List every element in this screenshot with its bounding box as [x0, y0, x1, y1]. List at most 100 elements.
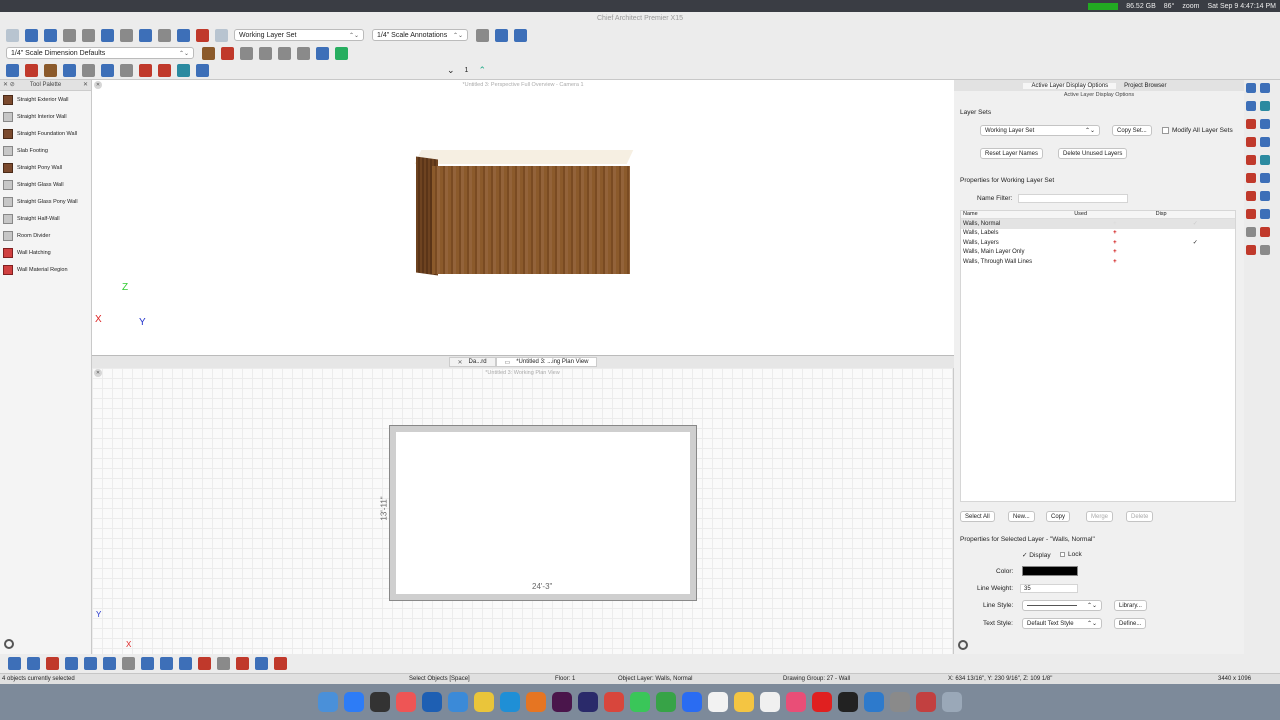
copy-layer-button[interactable]: Copy [1046, 511, 1071, 522]
transform-icon[interactable] [103, 657, 116, 670]
color-swatch[interactable] [1022, 566, 1078, 576]
terminal-icon[interactable] [838, 692, 858, 712]
slack-icon[interactable] [552, 692, 572, 712]
floor-down-icon[interactable]: ⌄ [447, 65, 455, 76]
app-icon[interactable] [604, 692, 624, 712]
material-icon[interactable] [274, 657, 287, 670]
cabinet-tool-icon[interactable] [44, 64, 57, 77]
tab-plan-view[interactable]: ▭ *Untitled 3: ...ing Plan View [495, 357, 598, 367]
lock-checkbox[interactable]: Lock [1060, 551, 1082, 558]
mission-control-icon[interactable] [370, 692, 390, 712]
fillet-icon[interactable] [1246, 209, 1256, 219]
table-row[interactable]: Walls, Through Wall Lines + [961, 257, 1235, 267]
move-icon[interactable] [1260, 119, 1270, 129]
palette-item[interactable]: Straight Glass Pony Wall [0, 193, 91, 210]
palette-item[interactable]: Wall Hatching [0, 244, 91, 261]
settings-icon[interactable] [158, 28, 171, 42]
palette-item[interactable]: Straight Half-Wall [0, 210, 91, 227]
chief-architect-icon[interactable] [916, 692, 936, 712]
close-icon[interactable]: ✕ ⊘ [3, 80, 15, 91]
1password-icon[interactable] [422, 692, 442, 712]
layer-set-select[interactable]: Working Layer Set ⌃⌄ [980, 125, 1100, 136]
select-icon[interactable] [8, 657, 21, 670]
arc-tool-icon[interactable] [259, 46, 272, 60]
window-tool-icon[interactable] [82, 64, 95, 77]
table-row[interactable]: Walls, Layers + ✓ [961, 238, 1235, 248]
undo-icon[interactable] [101, 28, 114, 42]
align-icon[interactable] [1260, 173, 1270, 183]
table-row[interactable]: Walls, Normal + ✓ [961, 219, 1235, 229]
wall-tool-icon[interactable] [25, 64, 38, 77]
checkbox-icon[interactable] [1162, 127, 1169, 134]
column-used[interactable]: Used [1074, 211, 1155, 218]
music-icon[interactable] [786, 692, 806, 712]
text-tool-icon[interactable] [221, 46, 234, 60]
tab-active-layer-display[interactable]: Active Layer Display Options [1023, 82, 1117, 89]
snap-icon[interactable] [514, 28, 527, 42]
table-row[interactable]: Walls, Labels + [961, 229, 1235, 239]
resize-icon[interactable] [1260, 191, 1270, 201]
vscode-icon[interactable] [864, 692, 884, 712]
palette-item[interactable]: Straight Interior Wall [0, 108, 91, 125]
group-select-icon[interactable] [27, 657, 40, 670]
print-icon[interactable] [63, 28, 76, 42]
youtube-icon[interactable] [812, 692, 832, 712]
curve-icon[interactable] [1260, 245, 1270, 255]
teams-icon[interactable] [578, 692, 598, 712]
join-icon[interactable] [1246, 191, 1256, 201]
open-object-icon[interactable] [122, 657, 135, 670]
line-style-select[interactable]: ⌃⌄ [1022, 600, 1102, 611]
line-weight-input[interactable]: 35 [1020, 584, 1078, 593]
camera-icon[interactable] [177, 64, 190, 77]
zoom-icon[interactable] [682, 692, 702, 712]
terrain-icon[interactable] [335, 46, 348, 60]
temperature-indicator[interactable]: 86° [1164, 3, 1175, 10]
house-icon[interactable] [236, 657, 249, 670]
tab-dashboard[interactable]: ✕ Da...rd [448, 357, 496, 367]
launchpad-icon[interactable] [396, 692, 416, 712]
view-3d-icon[interactable] [196, 64, 209, 77]
rotate-icon[interactable] [1246, 155, 1256, 165]
help-icon[interactable] [177, 28, 190, 42]
palette-item[interactable]: Slab Footing [0, 142, 91, 159]
multiple-copy-icon[interactable] [84, 657, 97, 670]
wall-rectangle[interactable] [389, 425, 697, 601]
arc-icon[interactable] [1246, 227, 1256, 237]
column-name[interactable]: Name [961, 211, 1074, 218]
delete-unused-layers-button[interactable]: Delete Unused Layers [1058, 148, 1128, 159]
dimension-tool-icon[interactable] [316, 46, 329, 60]
magnet-icon[interactable] [495, 28, 508, 42]
break-icon[interactable] [1246, 173, 1256, 183]
modify-all-checkbox[interactable]: Modify All Layer Sets [1162, 127, 1233, 134]
export-icon[interactable] [82, 28, 95, 42]
reflect-icon[interactable] [1260, 155, 1270, 165]
close-icon[interactable]: ✕ [83, 80, 88, 91]
point-to-point-icon[interactable] [160, 657, 173, 670]
name-filter-input[interactable] [1018, 194, 1128, 203]
plan-view[interactable]: ✕ *Untitled 3: Working Plan View 24'-3" … [92, 368, 954, 654]
copy-icon[interactable] [1260, 137, 1270, 147]
delete-layer-button[interactable]: Delete [1126, 511, 1154, 522]
merge-button[interactable]: Merge [1086, 511, 1114, 522]
gear-icon[interactable] [958, 640, 968, 650]
floor-up-icon[interactable]: ⌃ [478, 65, 486, 76]
perspective-view[interactable]: ✕ *Untitled 3: Perspective Full Overview… [92, 80, 954, 356]
zoom-out-icon[interactable] [1246, 101, 1256, 111]
stairs-tool-icon[interactable] [101, 64, 114, 77]
finder-icon[interactable] [318, 692, 338, 712]
new-file-icon[interactable] [6, 28, 19, 42]
center-object-icon[interactable] [179, 657, 192, 670]
select-all-button[interactable]: Select All [960, 511, 995, 522]
redo-icon[interactable] [120, 28, 133, 42]
facetime-icon[interactable] [656, 692, 676, 712]
chrome-icon[interactable] [474, 692, 494, 712]
storage-indicator[interactable]: 86.52 GB [1126, 3, 1156, 10]
tab-project-browser[interactable]: Project Browser [1116, 83, 1174, 89]
select-objects-icon[interactable] [6, 64, 19, 77]
check-icon[interactable] [215, 28, 228, 42]
messages-icon[interactable] [630, 692, 650, 712]
copy-set-button[interactable]: Copy Set... [1112, 125, 1152, 136]
layer-display-icon[interactable] [476, 28, 489, 42]
zoom-in-icon[interactable] [1260, 83, 1270, 93]
notes-icon[interactable] [734, 692, 754, 712]
